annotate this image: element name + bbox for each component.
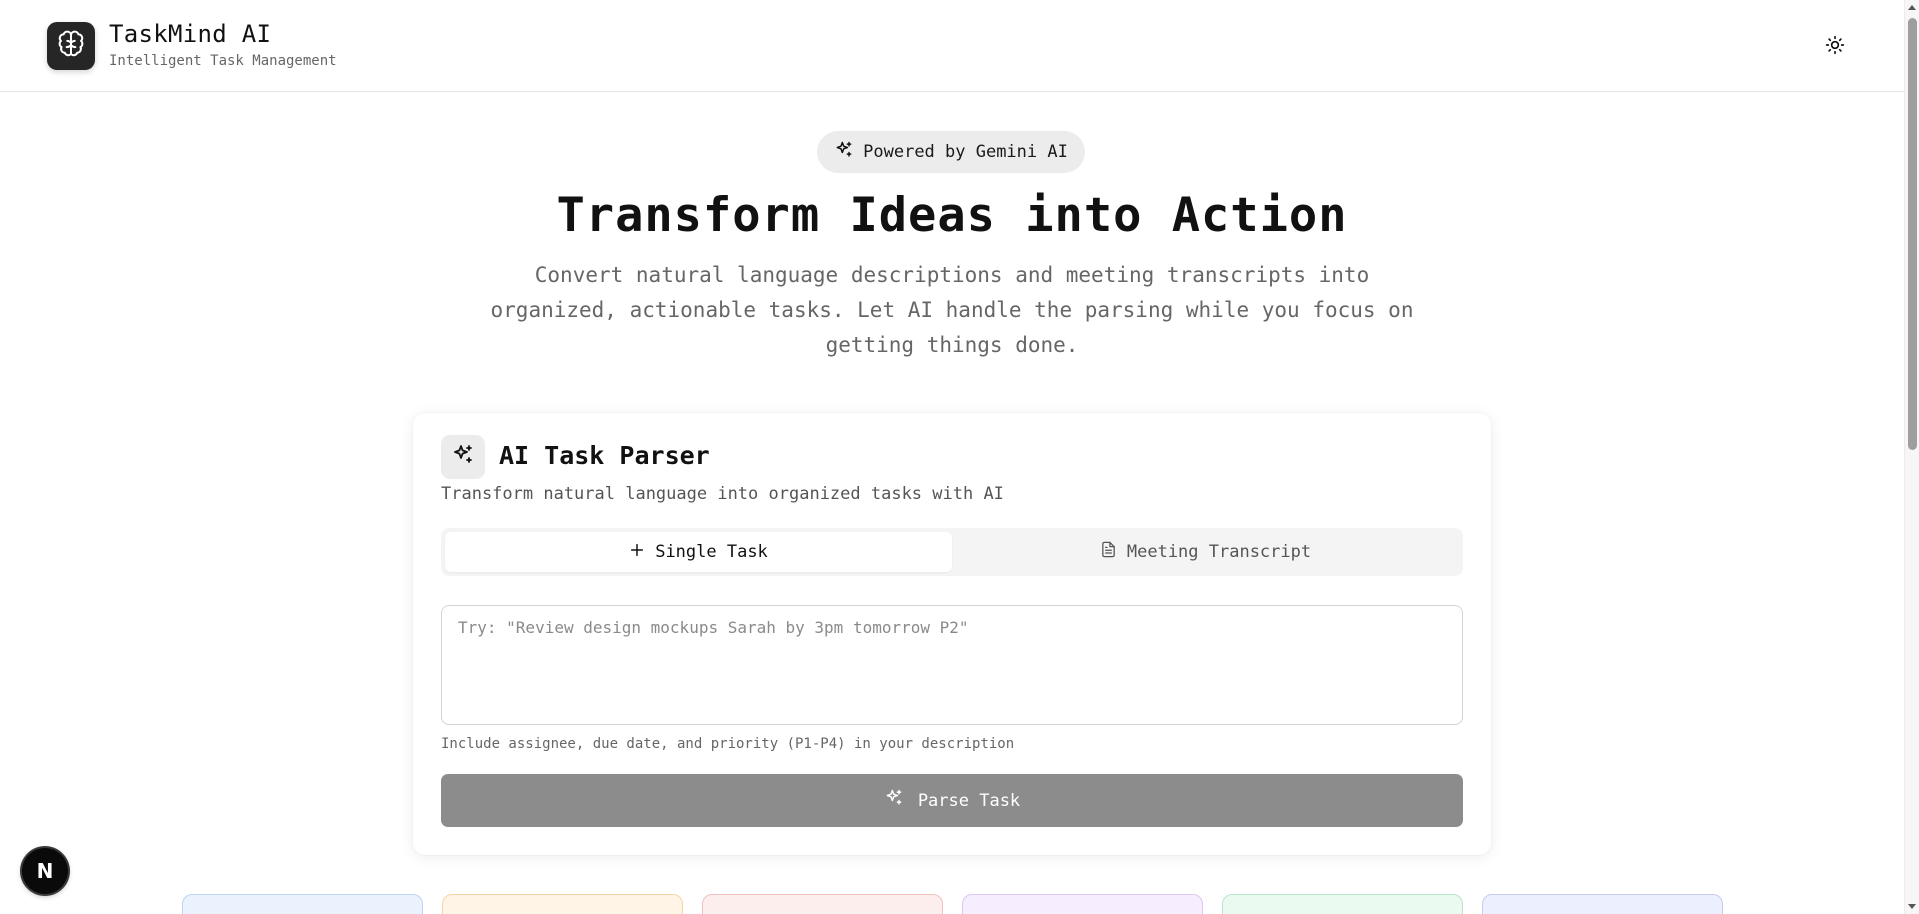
theme-toggle-button[interactable]: [1820, 32, 1850, 62]
brain-icon: [56, 29, 86, 63]
tab-single-task[interactable]: Single Task: [445, 532, 952, 572]
tab-meeting-transcript[interactable]: Meeting Transcript: [952, 532, 1459, 572]
app-title: TaskMind AI: [109, 20, 272, 48]
hero-title: Transform Ideas into Action: [556, 188, 1348, 243]
hero-description: Convert natural language descriptions an…: [490, 263, 1414, 357]
feature-card-3: [702, 894, 943, 914]
feature-card-6: [1482, 894, 1723, 914]
sparkles-icon: [884, 788, 904, 813]
sparkles-icon: [451, 443, 475, 471]
card-title: AI Task Parser: [499, 441, 710, 470]
file-text-icon: [1100, 541, 1117, 563]
feature-card-1: [182, 894, 423, 914]
card-icon-box: [441, 435, 485, 479]
scroll-up-arrow-icon[interactable]: [1908, 5, 1916, 10]
tab-label: Single Task: [655, 542, 768, 562]
plus-icon: [629, 542, 645, 563]
parser-mode-tabs: Single Task Meeting Transcript: [441, 528, 1463, 576]
app-logo[interactable]: [47, 22, 95, 70]
input-hint: Include assignee, due date, and priority…: [441, 736, 1015, 752]
sparkles-icon: [834, 140, 854, 165]
feature-card-5: [1222, 894, 1463, 914]
feature-card-2: [442, 894, 683, 914]
app-header: TaskMind AI Intelligent Task Management: [0, 0, 1904, 92]
vertical-scrollbar[interactable]: [1904, 0, 1919, 914]
badge-label: Powered by Gemini AI: [863, 142, 1068, 162]
task-description-input[interactable]: [441, 605, 1463, 725]
tab-label: Meeting Transcript: [1126, 542, 1312, 562]
feature-card-4: [962, 894, 1203, 914]
page: TaskMind AI Intelligent Task Management …: [0, 0, 1919, 914]
parse-task-button[interactable]: Parse Task: [441, 774, 1463, 827]
card-subtitle: Transform natural language into organize…: [441, 484, 1004, 504]
powered-by-badge: Powered by Gemini AI: [817, 131, 1085, 173]
ai-task-parser-card: AI Task Parser Transform natural languag…: [413, 413, 1491, 855]
sun-icon: [1825, 35, 1845, 59]
nextjs-dev-tools-button[interactable]: N: [22, 848, 68, 894]
app-subtitle: Intelligent Task Management: [109, 53, 337, 69]
scrollbar-thumb[interactable]: [1908, 18, 1917, 450]
scroll-down-arrow-icon[interactable]: [1908, 904, 1916, 909]
parse-button-label: Parse Task: [917, 790, 1021, 811]
